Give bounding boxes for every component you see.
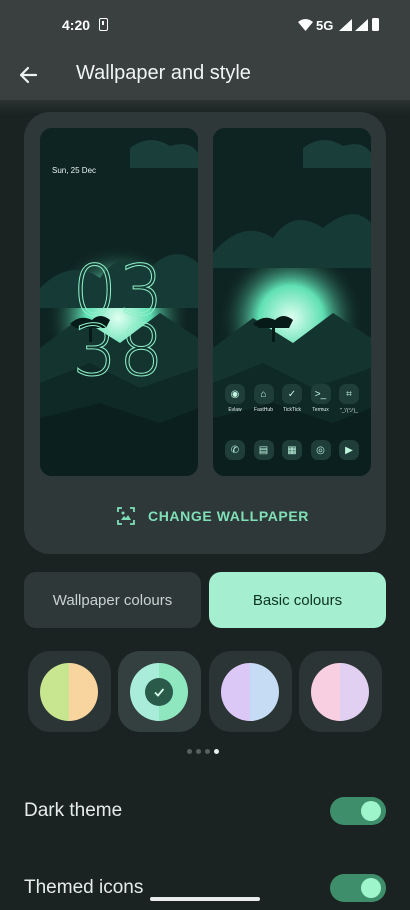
color-swatch[interactable]: [208, 651, 292, 732]
app-chrome[interactable]: ◎: [308, 440, 334, 460]
app-evlaw[interactable]: ◉ Evlaw: [222, 384, 248, 414]
toggle-knob: [361, 801, 381, 821]
swatch-circle: [310, 663, 369, 721]
youtube-icon: ▶: [339, 440, 359, 460]
app-row-1: ◉ Evlaw ⌂ FastHub ✓ TickTick >_ Termux ⌗…: [222, 384, 362, 414]
clock-minutes: 38: [72, 310, 166, 392]
tab-wallpaper-colours[interactable]: Wallpaper colours: [24, 572, 201, 628]
check-circle-icon: ✓: [282, 384, 302, 404]
color-swatch[interactable]: [298, 651, 382, 732]
swatch-circle: [40, 663, 98, 721]
tab-basic-colours[interactable]: Basic colours: [209, 572, 386, 628]
wifi-icon: [298, 19, 313, 31]
page-indicator: [187, 749, 219, 754]
app-label: Termux: [312, 407, 329, 413]
page-dot-active: [214, 749, 219, 754]
app-label: Evlaw: [228, 407, 242, 413]
app-termux[interactable]: >_ Termux: [308, 384, 334, 414]
messages-icon: ▤: [253, 440, 274, 460]
wallpaper-icon: [117, 507, 135, 525]
page-title: Wallpaper and style: [76, 62, 251, 84]
lock-screen-date: Sun, 25 Dec: [52, 166, 97, 175]
terminal-icon: >_: [310, 384, 331, 404]
signal-icon-2: [355, 19, 368, 31]
toggle-knob: [361, 878, 381, 898]
wallpaper-preview-card: Sun, 25 Dec 03 38 ◉ Evlaw ⌂ FastHub ✓ Ti…: [24, 112, 386, 554]
gesture-handle[interactable]: [150, 897, 260, 901]
app-bar: Wallpaper and style: [0, 50, 410, 100]
robot-icon: ⌂: [253, 384, 274, 404]
page-dot: [196, 749, 201, 754]
focus-icon: ⌗: [339, 384, 359, 404]
color-swatch[interactable]: [28, 651, 111, 732]
app-fasthub[interactable]: ⌂ FastHub: [251, 384, 277, 414]
change-wallpaper-label: CHANGE WALLPAPER: [148, 508, 310, 524]
battery-icon: [372, 18, 379, 31]
page-dot: [187, 749, 192, 754]
eye-icon: ◉: [225, 384, 245, 404]
color-swatch-selected[interactable]: [118, 651, 202, 732]
page-dot: [205, 749, 210, 754]
status-bar: 4:20 5G: [0, 0, 410, 50]
app-phone[interactable]: ✆: [222, 440, 248, 460]
app-messages[interactable]: ▤: [251, 440, 277, 460]
app-ticktick[interactable]: ✓ TickTick: [279, 384, 305, 414]
themed-icons-setting[interactable]: Themed icons: [24, 868, 386, 908]
status-time: 4:20: [62, 17, 91, 33]
app-label: FastHub: [254, 407, 273, 413]
app-youtube[interactable]: ▶: [336, 440, 362, 460]
swatch-circle: [220, 663, 279, 721]
app-shrug[interactable]: ⌗ "_\'(ツ)_: [336, 384, 362, 414]
arrow-back-icon: [19, 66, 38, 84]
chrome-icon: ◎: [310, 440, 331, 460]
dark-theme-label: Dark theme: [24, 800, 123, 821]
signal-icon: [339, 19, 352, 31]
home-screen-preview[interactable]: ◉ Evlaw ⌂ FastHub ✓ TickTick >_ Termux ⌗…: [213, 128, 371, 476]
back-button[interactable]: [14, 60, 44, 90]
dark-theme-setting[interactable]: Dark theme: [24, 791, 386, 831]
themed-icons-label: Themed icons: [24, 877, 144, 898]
app-label: TickTick: [283, 407, 301, 413]
app-gallery[interactable]: ▦: [279, 440, 305, 460]
dock-row: ✆ ▤ ▦ ◎ ▶: [222, 440, 362, 460]
lock-screen-preview[interactable]: Sun, 25 Dec 03 38: [40, 128, 198, 476]
wallpaper-image: [213, 128, 371, 476]
network-type: 5G: [316, 18, 334, 33]
dark-theme-toggle[interactable]: [330, 797, 386, 825]
sim-card-icon: [99, 18, 108, 31]
gallery-icon: ▦: [282, 440, 302, 460]
phone-icon: ✆: [225, 440, 245, 460]
color-swatch-list: [28, 651, 382, 732]
themed-icons-toggle[interactable]: [330, 874, 386, 902]
change-wallpaper-button[interactable]: CHANGE WALLPAPER: [116, 504, 309, 528]
app-label: "_\'(ツ)_: [339, 408, 358, 414]
